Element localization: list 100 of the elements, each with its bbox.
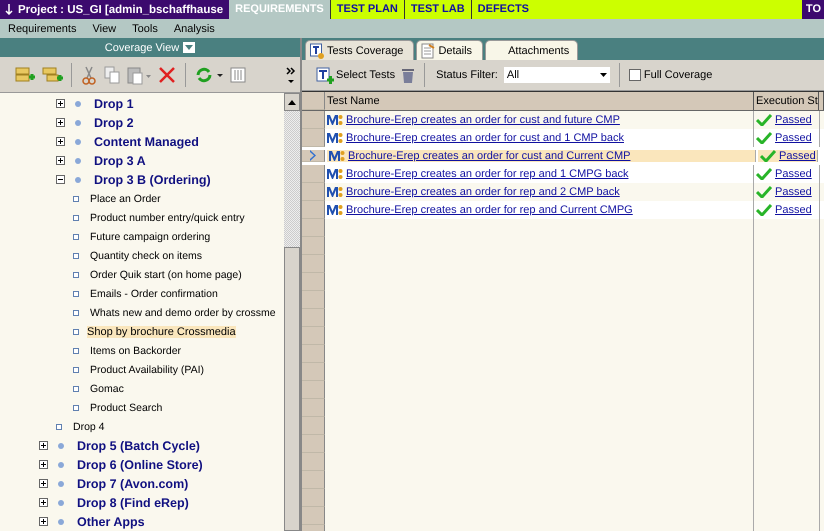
expand-icon[interactable] (39, 479, 48, 488)
expand-icon[interactable] (56, 137, 65, 146)
tree-item[interactable]: Items on Backorder (87, 344, 184, 358)
tree-item[interactable]: Emails - Order confirmation (87, 286, 221, 300)
expand-icon[interactable] (56, 118, 65, 127)
test-type-icon (327, 114, 343, 126)
tree-item[interactable]: Drop 5 (Batch Cycle) (74, 438, 203, 454)
bullet-icon (73, 252, 79, 258)
check-icon (756, 132, 772, 144)
module-tab[interactable]: TO (802, 0, 824, 19)
expand-icon[interactable] (39, 441, 48, 450)
row-selector[interactable] (302, 201, 325, 219)
bullet-icon (75, 138, 81, 144)
document-icon (421, 42, 436, 58)
status-filter-label: Status Filter: (436, 69, 498, 81)
tree-item[interactable]: Drop 3 B (Ordering) (91, 172, 214, 188)
scroll-up-button[interactable] (284, 93, 300, 111)
project-title: Project : US_GI [admin_bschaffhause (18, 4, 224, 16)
trash-icon[interactable] (401, 66, 416, 84)
scrollbar-thumb[interactable] (284, 247, 300, 531)
tree-item[interactable]: Drop 1 (91, 96, 137, 112)
tab[interactable]: Details (416, 40, 484, 60)
tree-item[interactable]: Future campaign ordering (87, 230, 214, 244)
tree-item[interactable]: Product Search (87, 400, 166, 414)
menu-item[interactable]: Analysis (166, 22, 223, 34)
scrollbar[interactable] (284, 93, 300, 531)
check-icon (756, 168, 772, 180)
delete-icon[interactable] (157, 64, 177, 84)
collapse-icon[interactable] (56, 175, 65, 184)
current-row-icon (310, 150, 316, 161)
tree-item[interactable]: Product Availability (PAI) (87, 362, 207, 376)
cut-icon[interactable] (80, 64, 98, 84)
column-header[interactable]: Test Name (325, 92, 754, 110)
bullet-icon (73, 196, 79, 202)
module-tab[interactable]: DEFECTS (472, 0, 802, 19)
bullet-icon (73, 290, 79, 296)
status-link[interactable]: Passed (775, 204, 812, 216)
tree-item[interactable]: Order Quik start (on home page) (87, 268, 245, 282)
tree-item[interactable]: Whats new and demo order by crossme (87, 306, 279, 320)
dropdown-icon[interactable] (183, 42, 196, 53)
select-tests-button[interactable]: Select Tests (316, 66, 396, 84)
tree-item[interactable]: Place an Order (87, 192, 164, 206)
status-link[interactable]: Passed (775, 132, 812, 144)
table-row[interactable]: Brochure-Erep creates an order for cust and 1 CMP back Passed (302, 129, 824, 147)
bullet-icon (73, 366, 79, 372)
up-arrow-icon (288, 100, 296, 104)
expand-icon[interactable] (39, 460, 48, 469)
tree-item[interactable]: Drop 4 (70, 420, 108, 434)
tree-item[interactable]: Product number entry/quick entry (87, 210, 248, 224)
menu-item[interactable]: Requirements (0, 22, 84, 34)
status-link[interactable]: Passed (775, 168, 812, 180)
bullet-icon (58, 480, 64, 486)
bullet-icon (75, 158, 81, 164)
expand-icon[interactable] (39, 498, 48, 507)
paste-icon[interactable] (126, 64, 152, 84)
test-link[interactable]: Brochure-Erep creates an order for rep and Current CMPG (346, 204, 633, 216)
panel-title[interactable]: Coverage View (104, 42, 180, 54)
more-icon[interactable] (286, 64, 296, 84)
row-selector[interactable] (302, 129, 325, 147)
checkbox-label: Full Coverage (644, 69, 712, 81)
expand-icon[interactable] (56, 99, 65, 108)
menu-item[interactable]: Tools (124, 22, 166, 34)
down-arrow-icon (5, 4, 13, 15)
row-selector[interactable] (302, 165, 325, 183)
columns-icon[interactable] (229, 64, 247, 84)
bullet-icon (73, 272, 79, 278)
expand-icon[interactable] (39, 517, 48, 526)
bullet-icon (73, 310, 79, 316)
tree-item[interactable]: Drop 8 (Find eRep) (74, 494, 192, 510)
tree-item[interactable]: Drop 6 (Online Store) (74, 456, 206, 472)
status-filter-dropdown[interactable]: All (504, 67, 610, 83)
expand-icon[interactable] (56, 156, 65, 165)
tree-item[interactable]: Other Apps (74, 514, 148, 530)
add-child-folder-icon[interactable] (41, 64, 63, 84)
bullet-icon (75, 120, 81, 126)
bullet-icon (58, 462, 64, 468)
full-coverage-checkbox[interactable] (628, 69, 641, 81)
tab[interactable]: Tests Coverage (305, 40, 414, 60)
test-coverage-icon (310, 42, 324, 58)
bullet-icon (58, 518, 64, 524)
column-header[interactable]: Execution St (754, 92, 819, 110)
add-folder-icon[interactable] (14, 64, 36, 84)
bullet-icon (75, 100, 81, 106)
tree-item[interactable]: Content Managed (91, 134, 202, 150)
tree-item[interactable]: Drop 3 A (91, 152, 149, 168)
bullet-icon (73, 328, 79, 334)
tree-item[interactable]: Gomac (87, 382, 127, 396)
tree-item[interactable]: Quantity check on items (87, 248, 206, 262)
tree-item[interactable]: Shop by brochure Crossmedia (87, 326, 236, 338)
row-selector[interactable] (302, 150, 325, 162)
tree-item[interactable]: Drop 2 (91, 114, 137, 130)
copy-icon[interactable] (103, 64, 121, 84)
row-selector[interactable] (302, 183, 325, 201)
tab[interactable]: Attachments (485, 40, 578, 60)
test-type-icon (327, 132, 343, 144)
test-link[interactable]: Brochure-Erep creates an order for rep and 1 CMPG back (346, 168, 628, 180)
bullet-icon (73, 234, 79, 240)
test-link[interactable]: Brochure-Erep creates an order for cust and 1 CMP back (346, 132, 624, 144)
menu-item[interactable]: View (84, 22, 124, 34)
tree-item[interactable]: Drop 7 (Avon.com) (74, 476, 192, 492)
